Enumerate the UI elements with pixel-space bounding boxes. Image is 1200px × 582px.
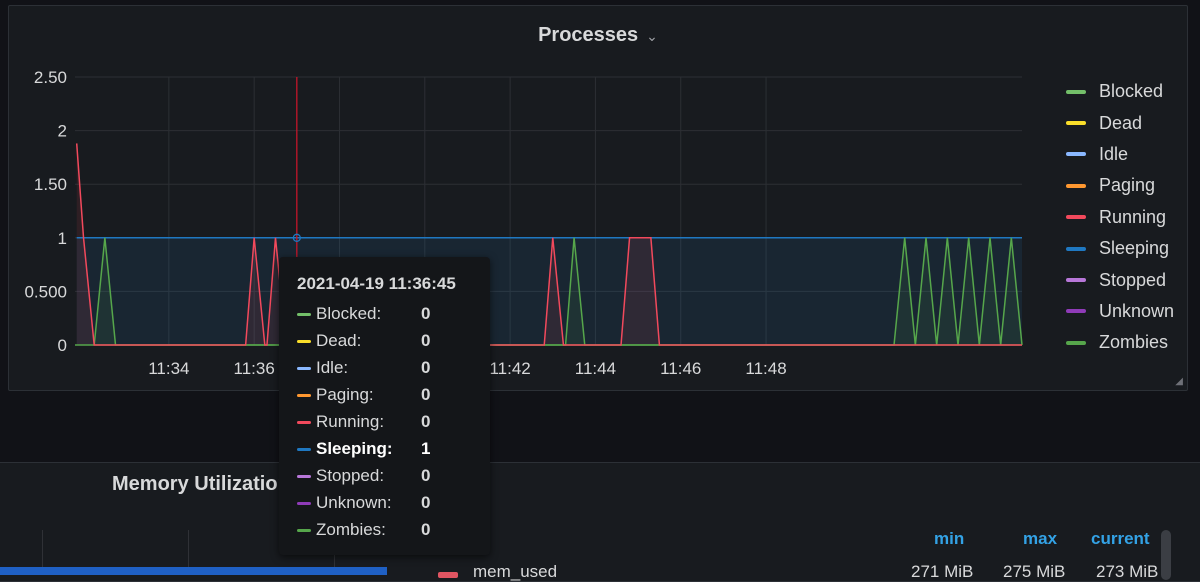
legend-swatch [1066,152,1086,157]
x-tick-label: 11:36 [234,359,275,378]
tooltip-swatch [297,393,311,397]
legend-item-stopped[interactable]: Stopped [1066,264,1174,295]
tooltip-swatch [297,474,311,478]
legend-item-unknown[interactable]: Unknown [1066,296,1174,327]
legend-label[interactable]: Unknown [1099,301,1174,322]
legend-swatch [1066,278,1086,283]
tooltip-row: Dead: 0 [297,329,430,353]
tooltip-series-name: Paging: [316,385,374,404]
tooltip-swatch [297,420,311,424]
y-tick-label: 2 [58,122,67,141]
tooltip-swatch [297,528,311,532]
y-tick-label: 0 [58,336,67,355]
legend-swatch [1066,246,1086,251]
legend-item-sleeping[interactable]: Sleeping [1066,233,1174,264]
tooltip-series-value: 0 [421,466,431,485]
memory-bar [0,567,387,575]
legend-series-name[interactable]: mem_used [473,562,557,582]
legend-label[interactable]: Idle [1099,144,1128,165]
tooltip-series-value: 0 [421,493,431,512]
chart-legend: Blocked Dead Idle Paging Running Sleeping Stop… [1066,76,1174,359]
legend-swatch [1066,183,1086,188]
tooltip-row: Sleeping: 1 [297,437,430,461]
legend-swatch [1066,89,1086,94]
legend-value-max: 275 MiB [1003,562,1066,581]
tooltip-series-name: Stopped: [316,466,385,485]
tooltip-swatch [297,501,311,505]
legend-swatch [1066,309,1086,314]
tooltip-series-value: 0 [421,304,431,323]
legend-header-min[interactable]: min [934,529,964,549]
tooltip-swatch [297,339,311,343]
tooltip-row: Blocked: 0 [297,302,430,326]
legend-item-dead[interactable]: Dead [1066,107,1174,138]
y-tick-label: 1 [58,229,67,248]
tooltip-series-value: 0 [421,412,431,431]
series-swatch [438,572,458,578]
tooltip-series-name: Dead: [316,331,362,350]
legend-label[interactable]: Blocked [1099,81,1163,102]
legend-item-zombies[interactable]: Zombies [1066,327,1174,358]
y-tick-label: 0.500 [24,282,67,301]
x-tick-label: 11:42 [489,359,530,378]
legend-label[interactable]: Running [1099,207,1166,228]
y-tick-label: 1.50 [34,175,67,194]
legend-label[interactable]: Zombies [1099,332,1168,353]
tooltip-series-value: 0 [421,520,431,539]
tooltip-row: Unknown: 0 [297,491,430,515]
legend-label[interactable]: Sleeping [1099,238,1169,259]
tooltip-row: Running: 0 [297,410,430,434]
tooltip-row: Stopped: 0 [297,464,430,488]
x-tick-label: 11:46 [660,359,701,378]
tooltip-swatch [297,447,311,451]
legend-item-blocked[interactable]: Blocked [1066,76,1174,107]
tooltip-series-name: Idle: [316,358,349,377]
tooltip-series-name: Sleeping: [316,439,393,458]
legend-label[interactable]: Paging [1099,175,1155,196]
tooltip-swatch [297,366,311,370]
hover-tooltip: 2021-04-19 11:36:45 Blocked: 0 Dead: 0 Idle:… [279,257,490,555]
tooltip-series-name: Unknown: [316,493,392,512]
legend-label[interactable]: Dead [1099,113,1142,134]
tooltip-series-name: Running: [316,412,385,431]
legend-value-current: 273 MiB [1096,562,1159,581]
y-tick-label: 2.50 [34,68,67,87]
memory-panel-title[interactable]: Memory Utilization [112,473,290,496]
tooltip-row: Paging: 0 [297,383,430,407]
processes-chart[interactable]: 00.50011.5022.5011:3411:3611:3811:4011:4… [0,0,1200,400]
legend-value-min: 271 MiB [911,562,974,581]
x-tick-label: 11:34 [148,359,189,378]
legend-scrollbar[interactable] [1161,530,1171,580]
legend-header-max[interactable]: max [1023,529,1057,549]
legend-header-current[interactable]: current [1091,529,1150,549]
legend-item-paging[interactable]: Paging [1066,170,1174,201]
x-tick-label: 11:48 [745,359,786,378]
tooltip-series-value: 0 [421,385,431,404]
tooltip-series-value: 1 [421,439,431,458]
tooltip-row: Zombies: 0 [297,518,430,542]
legend-item-running[interactable]: Running [1066,202,1174,233]
tooltip-series-name: Blocked: [316,304,382,323]
legend-item-idle[interactable]: Idle [1066,139,1174,170]
x-tick-label: 11:44 [575,359,616,378]
tooltip-series-name: Zombies: [316,520,386,539]
legend-swatch [1066,340,1086,345]
legend-swatch [1066,215,1086,220]
tooltip-swatch [297,312,311,316]
tooltip-timestamp: 2021-04-19 11:36:45 [297,274,456,293]
tooltip-series-value: 0 [421,358,431,377]
legend-label[interactable]: Stopped [1099,270,1166,291]
tooltip-row: Idle: 0 [297,356,430,380]
legend-swatch [1066,121,1086,126]
tooltip-series-value: 0 [421,331,431,350]
